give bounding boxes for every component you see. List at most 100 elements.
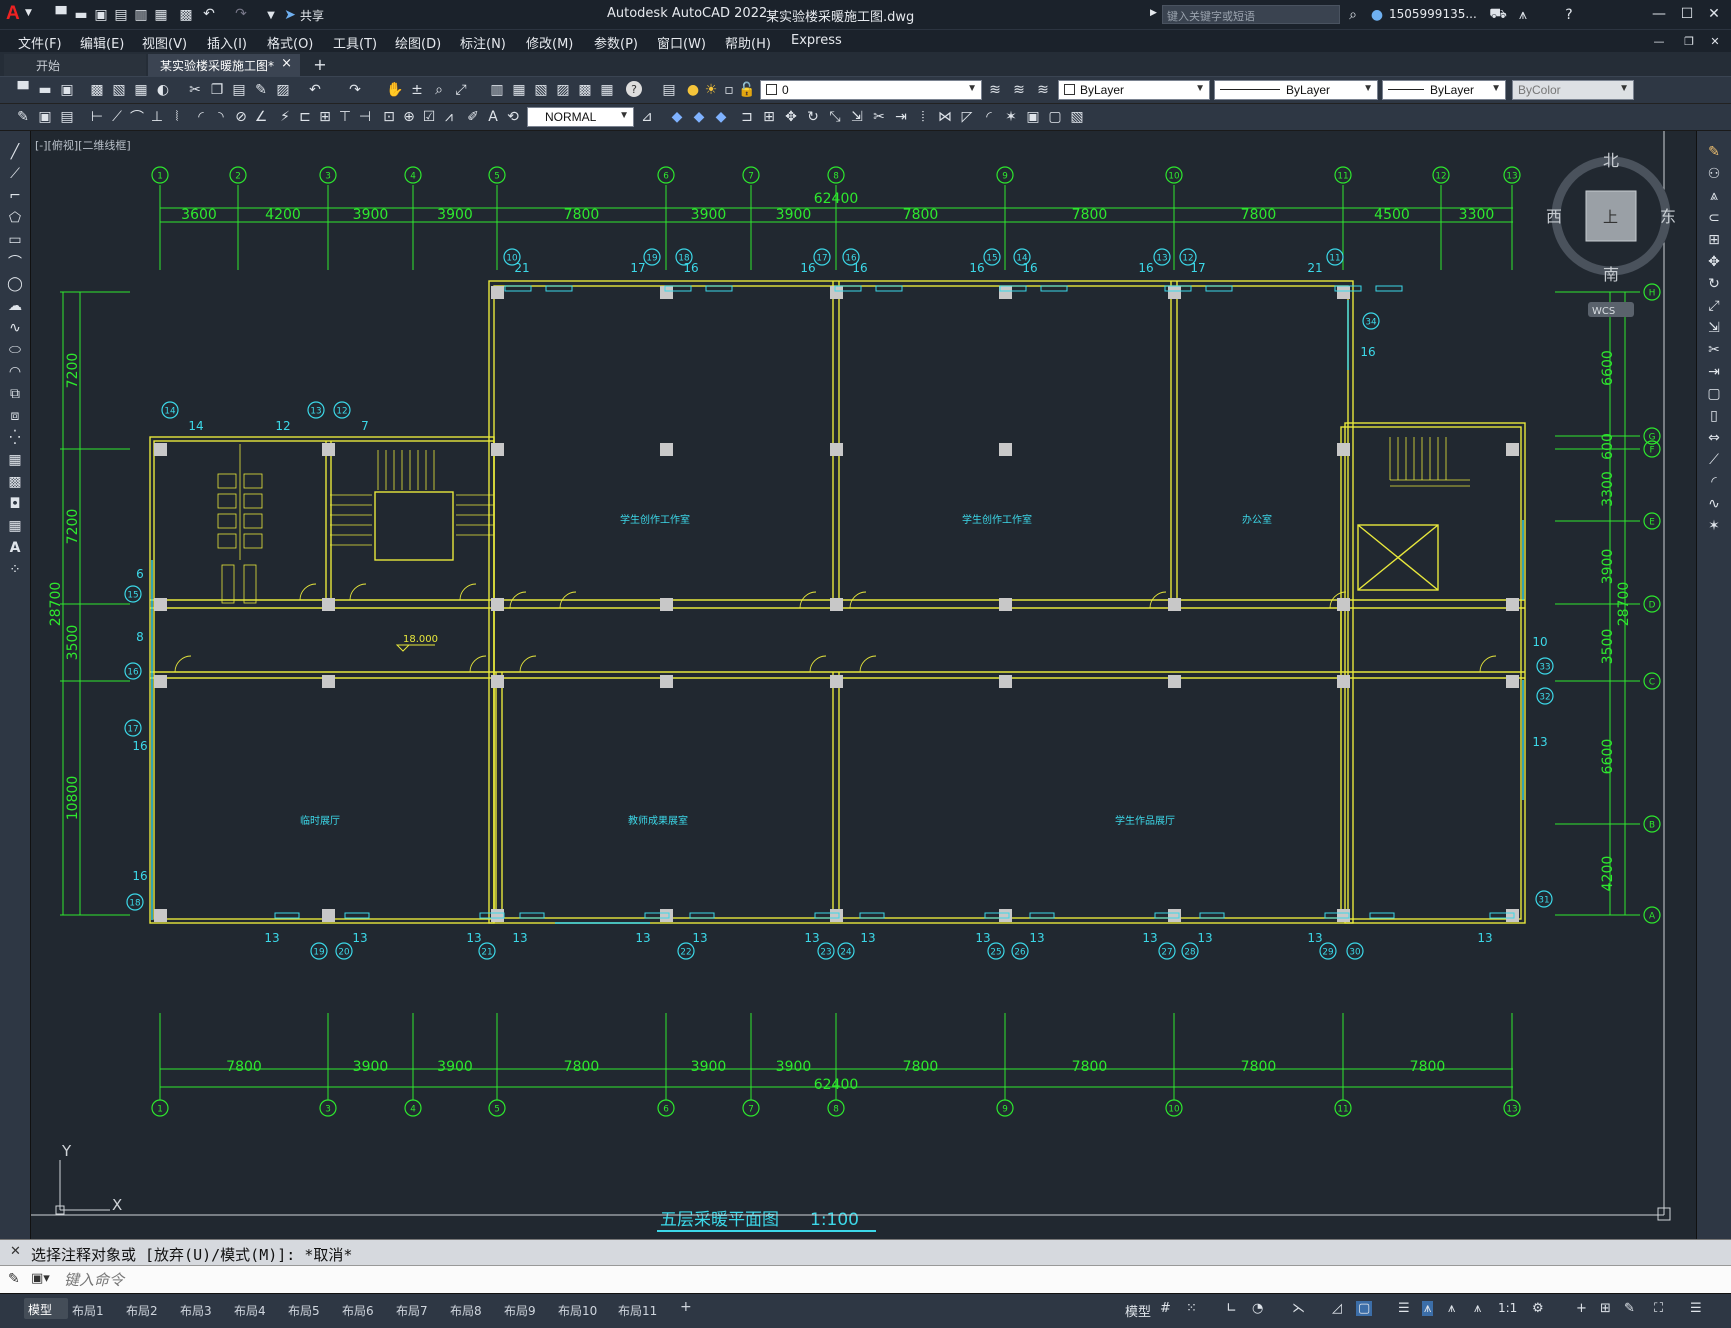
tab-close-icon[interactable]: × [281,56,292,71]
menu-edit[interactable]: 编辑(E) [80,33,124,52]
tab-layout6[interactable]: 布局6 [342,1302,374,1319]
join-tool-icon[interactable]: ⇔ [1705,429,1723,447]
mtext-tool-icon[interactable]: A [6,539,24,557]
dimstyle-manager-icon[interactable]: ⊿ [638,108,656,126]
inspect-icon[interactable]: ☑ [420,108,438,126]
rotate-icon[interactable]: ↻ [804,108,822,126]
sheet-set-icon[interactable]: ▨ [554,81,572,99]
copy-tool-icon[interactable]: ⚇ [1705,165,1723,183]
zoom-realtime-icon[interactable]: ± [408,81,426,99]
linear-dim-icon[interactable]: ⊢ [88,108,106,126]
insert-block-icon[interactable]: ⧉ [6,385,24,403]
new-tab-icon[interactable]: + [311,55,329,74]
menu-help[interactable]: 帮助(H) [725,33,771,52]
tab-layout8[interactable]: 布局8 [450,1302,482,1319]
table-tool-icon[interactable]: ▦ [6,517,24,535]
group-icon[interactable]: ▣ [1024,108,1042,126]
break-dim-icon[interactable]: ⊣ [356,108,374,126]
copy-icon[interactable]: ❐ [208,81,226,99]
join-icon[interactable]: ⋈ [936,108,954,126]
close-cmd-icon[interactable]: ✕ [10,1244,21,1259]
snap-icon[interactable]: ⁙ [1186,1301,1197,1316]
tab-layout2[interactable]: 布局2 [126,1302,158,1319]
clean-screen-icon[interactable]: ⛶ [1654,1301,1663,1316]
trim-tool-icon[interactable]: ✂ [1705,341,1723,359]
user-name[interactable]: 1505999135... [1389,7,1477,21]
tool-palettes-icon[interactable]: ▧ [532,81,550,99]
cart-icon[interactable]: ⛟ [1489,6,1507,24]
menu-modify[interactable]: 修改(M) [526,33,573,52]
text-edit-icon[interactable]: ▤ [58,108,76,126]
tab-layout9[interactable]: 布局9 [504,1302,536,1319]
menu-view[interactable]: 视图(V) [142,33,187,52]
make-current-layer-icon[interactable]: ≋ [986,81,1004,99]
ellipse-arc-tool-icon[interactable]: ◠ [6,363,24,381]
menu-parametric[interactable]: 参数(P) [594,33,638,52]
menu-format[interactable]: 格式(O) [267,33,313,52]
polygon-tool-icon[interactable]: ⬠ [6,209,24,227]
fillet-icon[interactable]: ◜ [980,108,998,126]
scale-tool-icon[interactable]: ⤢ [1705,297,1723,315]
point-tool-icon[interactable]: ⁛ [6,429,24,447]
minimize-icon[interactable]: — [1650,5,1668,23]
ordinate-dim-icon[interactable]: ⊥ [148,108,166,126]
spline-tool-icon[interactable]: ∿ [6,319,24,337]
layer-dropdown[interactable]: 0 ▼ [760,80,982,100]
doc-close-icon[interactable]: ✕ [1706,32,1724,50]
help-icon[interactable]: ? [1560,6,1578,24]
fillet-tool-icon[interactable]: ◜ [1705,473,1723,491]
blend-tool-icon[interactable]: ∿ [1705,495,1723,513]
stretch-icon[interactable]: ⇲ [848,108,866,126]
circle-tool-icon[interactable]: ◯ [6,275,24,293]
chamfer-icon[interactable]: ◸ [958,108,976,126]
search-input[interactable]: 键入关键字或短语 [1162,5,1340,24]
object-snap-icon[interactable]: ▢ [1356,1301,1373,1316]
search-arrow-icon[interactable]: ▶ [1150,8,1157,18]
model-space-button[interactable]: 模型 [1125,1301,1151,1320]
tab-layout7[interactable]: 布局7 [396,1302,428,1319]
move-icon[interactable]: ✥ [782,108,800,126]
save-toolbar-icon[interactable]: ▣ [58,81,76,99]
tab-layout10[interactable]: 布局10 [558,1302,597,1319]
space-dim-icon[interactable]: ⊤ [336,108,354,126]
plot-toolbar-icon[interactable]: ▩ [88,81,106,99]
redo-toolbar-icon[interactable]: ↷ [346,81,364,99]
viewcube-south[interactable]: 南 [1603,265,1619,284]
extend-tool-icon[interactable]: ⇥ [1705,363,1723,381]
dimstyle-dropdown[interactable]: NORMAL ▼ [527,107,634,127]
tab-layout11[interactable]: 布局11 [618,1302,657,1319]
explode-tool-icon[interactable]: ✶ [1705,517,1723,535]
tab-model[interactable]: 模型 [24,1298,68,1319]
stretch-tool-icon[interactable]: ⇲ [1705,319,1723,337]
publish-toolbar-icon[interactable]: ▦ [132,81,150,99]
dim-update-icon[interactable]: ⟲ [504,108,522,126]
quickcalc-icon[interactable]: ▦ [598,81,616,99]
menu-dimension[interactable]: 标注(N) [460,33,506,52]
viewcube-west[interactable]: 西 [1546,207,1562,226]
jogged-dim-icon[interactable]: ⦚ [168,108,186,126]
baseline-dim-icon[interactable]: ⊏ [296,108,314,126]
viewcube-north[interactable]: 北 [1603,151,1619,170]
mirror-icon[interactable]: ◆ [712,108,730,126]
annotation-scale-icon[interactable]: ⩚ [1474,1301,1481,1316]
copy-object-icon[interactable]: ◆ [690,108,708,126]
radius-dim-icon[interactable]: ◜ [192,108,210,126]
move-tool-icon[interactable]: ✥ [1705,253,1723,271]
units-icon[interactable]: ⊞ [1600,1301,1611,1316]
zoom-previous-icon[interactable]: ⤢ [452,81,470,99]
continue-dim-icon[interactable]: ⊞ [316,108,334,126]
tab-layout5[interactable]: 布局5 [288,1302,320,1319]
make-block-icon[interactable]: ⧈ [6,407,24,425]
tab-layout1[interactable]: 布局1 [72,1302,104,1319]
properties-icon[interactable]: ▥ [488,81,506,99]
markup-icon[interactable]: ▩ [576,81,594,99]
cut-icon[interactable]: ✂ [186,81,204,99]
undo-toolbar-icon[interactable]: ↶ [306,81,324,99]
grid-icon[interactable]: # [1160,1301,1171,1316]
arc-length-icon[interactable]: ⌒ [128,108,146,126]
trim-icon[interactable]: ✂ [870,108,888,126]
layer-viewport-icon[interactable]: ▫ [720,81,738,99]
ungroup-icon[interactable]: ▢ [1046,108,1064,126]
tab-layout3[interactable]: 布局3 [180,1302,212,1319]
quick-access-dropdown-icon[interactable]: ▼ [262,6,280,24]
